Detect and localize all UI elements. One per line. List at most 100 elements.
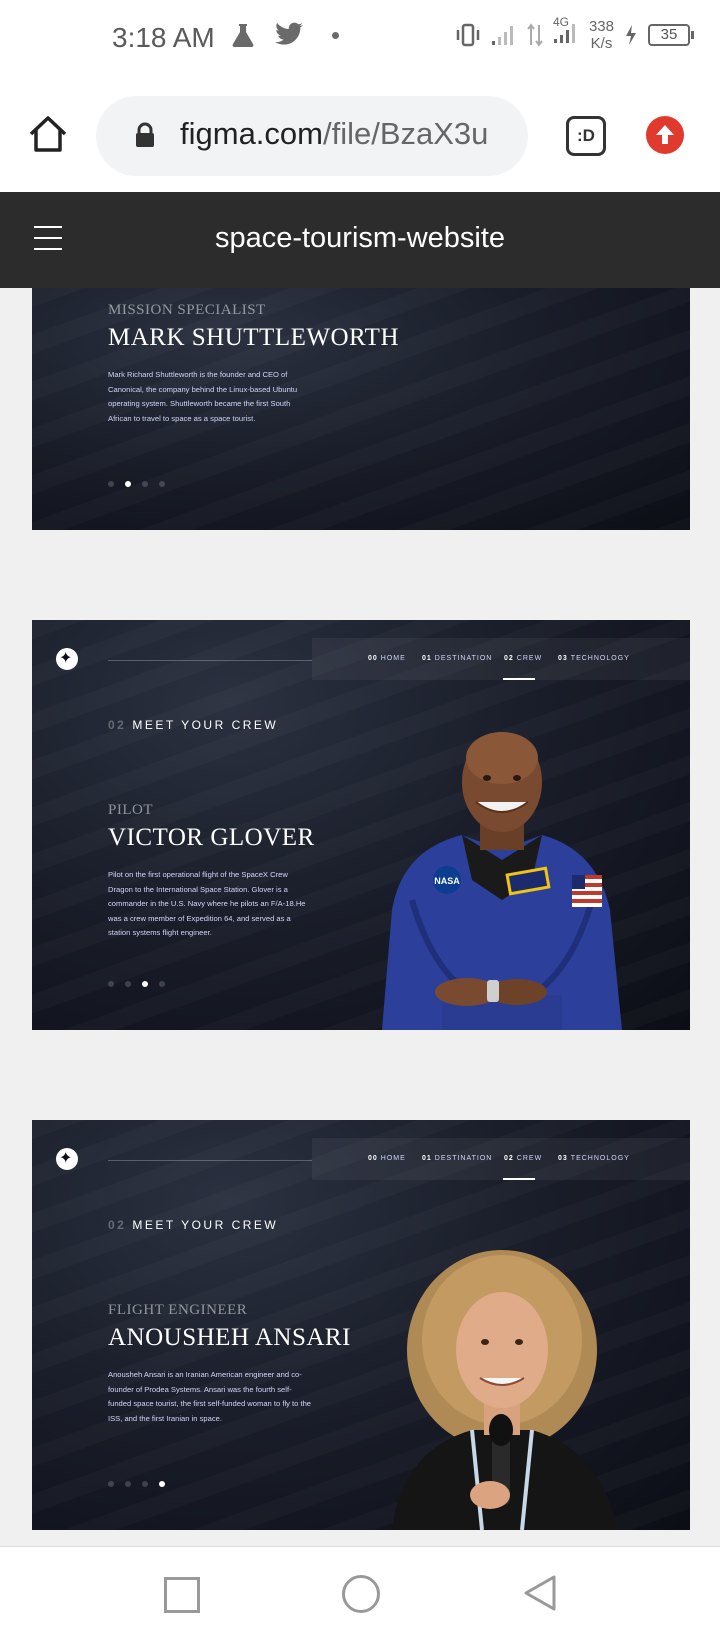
crew-bio: Anousheh Ansari is an Iranian American e…: [108, 1370, 312, 1423]
crew-name: MARK SHUTTLEWORTH: [108, 324, 400, 351]
signal-icon-2: 4G: [553, 15, 579, 50]
nav-label: TECHNOLOGY: [570, 1155, 630, 1162]
section-title: MEET YOUR CREW: [132, 1218, 279, 1232]
nav-num: 02: [504, 1155, 514, 1162]
carousel-dot-active[interactable]: [159, 1481, 165, 1487]
crew-frame-anousheh-ansari: 00HOME 01DESTINATION 02CREW 03TECHNOLOGY…: [32, 1120, 690, 1530]
lock-icon: [136, 122, 154, 147]
nav-destination[interactable]: 01 DESTINATION: [422, 1155, 492, 1162]
nav-label: CREW: [516, 655, 543, 662]
nav-label: CREW: [516, 1155, 543, 1162]
back-icon[interactable]: [522, 1573, 558, 1613]
twitter-icon: [275, 22, 303, 45]
nav-label: TECHNOLOGY: [570, 655, 630, 662]
net-speed-unit: K/s: [590, 35, 613, 52]
crew-role: PILOT: [108, 802, 153, 818]
crew-bio: Mark Richard Shuttleworth is the founder…: [108, 370, 298, 423]
update-button[interactable]: [646, 116, 684, 154]
vibrate-icon: [456, 23, 480, 47]
nav-num: 01: [422, 1155, 432, 1162]
nav-num: 02: [504, 655, 514, 662]
home-circle-icon[interactable]: [342, 1575, 380, 1613]
nav-num: 01: [422, 655, 432, 662]
carousel-dot[interactable]: [108, 1481, 114, 1487]
patch-label: NASA: [434, 876, 460, 886]
crew-frame-mark-shuttleworth: MISSION SPECIALIST MARK SHUTTLEWORTH Mar…: [32, 288, 690, 530]
nav-technology[interactable]: 03 TECHNOLOGY: [558, 655, 630, 662]
arrow-up-icon: [656, 125, 674, 144]
nav-home[interactable]: 00 HOME: [368, 655, 406, 662]
more-notifications-dot: [332, 31, 339, 39]
recents-icon[interactable]: [164, 1577, 200, 1613]
carousel-dot[interactable]: [125, 1481, 131, 1487]
nav-label: DESTINATION: [434, 1155, 493, 1162]
crew-name: VICTOR GLOVER: [108, 824, 315, 851]
net-speed-value: 338: [588, 18, 614, 35]
carousel-dot-active[interactable]: [125, 481, 131, 487]
crew-bio: Pilot on the first operational flight of…: [108, 870, 306, 937]
nav-active-indicator: [503, 678, 535, 680]
carousel-dot[interactable]: [159, 481, 165, 487]
android-nav-bar: [0, 1546, 720, 1641]
nav-label: HOME: [380, 1155, 406, 1162]
site-logo-icon: [56, 1148, 78, 1170]
nav-label: HOME: [380, 655, 406, 662]
site-logo-icon: [56, 648, 78, 670]
crew-frame-victor-glover: 00HOME 01DESTINATION 02CREW 03TECHNOLOGY…: [32, 620, 690, 1030]
net-speed: 338 K/s: [589, 18, 614, 52]
nav-num: 00: [368, 655, 378, 662]
crew-portrait-victor-glover: NASA: [382, 732, 622, 1030]
url-path: /file/BzaX3u: [322, 116, 489, 151]
nav-num: 03: [558, 655, 568, 662]
carousel-dot[interactable]: [125, 981, 131, 987]
crew-role: FLIGHT ENGINEER: [108, 1302, 248, 1318]
site-nav: 00 HOME 01 DESTINATION 02 CREW 03 TECHNOLOGY: [312, 638, 690, 680]
status-right: 4G 338 K/s 35: [455, 15, 694, 52]
nav-num: 03: [558, 1155, 568, 1162]
carousel-dot[interactable]: [142, 1481, 148, 1487]
url-host: figma.com: [180, 116, 323, 151]
tab-switcher-button[interactable]: :D: [566, 116, 606, 156]
file-title: space-tourism-website: [214, 222, 506, 254]
nav-crew[interactable]: 02 CREW: [504, 1155, 542, 1162]
section-num: 02: [108, 718, 127, 732]
charging-icon: [626, 25, 636, 45]
figma-header: space-tourism-website: [0, 192, 720, 288]
nav-home[interactable]: 00 HOME: [368, 1155, 406, 1162]
nav-divider: [108, 1160, 312, 1161]
carousel-dots: [108, 481, 165, 487]
carousel-dot-active[interactable]: [142, 981, 148, 987]
nav-active-indicator: [503, 1178, 535, 1180]
nav-destination[interactable]: 01 DESTINATION: [422, 655, 492, 662]
carousel-dot[interactable]: [142, 481, 148, 487]
network-type: 4G: [552, 14, 569, 29]
status-bar: 3:18 AM 4G 338 K/s 35: [0, 0, 720, 82]
home-icon[interactable]: [26, 112, 70, 156]
carousel-dot[interactable]: [159, 981, 165, 987]
carousel-dots: [108, 981, 165, 987]
crew-role: MISSION SPECIALIST: [108, 302, 266, 318]
browser-toolbar: figma.com/file/BzaX3u :D: [0, 82, 720, 192]
carousel-dot[interactable]: [108, 981, 114, 987]
section-heading: 02 MEET YOUR CREW: [108, 1218, 278, 1232]
flask-icon: [232, 24, 254, 47]
notification-icons: [230, 22, 339, 48]
nav-divider: [108, 660, 312, 661]
section-title: MEET YOUR CREW: [132, 718, 279, 732]
url-text: figma.com/file/BzaX3u: [180, 116, 488, 152]
section-heading: 02 MEET YOUR CREW: [108, 718, 278, 732]
signal-icon-1: [491, 26, 513, 45]
crew-name: ANOUSHEH ANSARI: [108, 1324, 351, 1351]
nav-technology[interactable]: 03 TECHNOLOGY: [558, 1155, 630, 1162]
crew-portrait-anousheh-ansari: [392, 1250, 617, 1530]
status-time: 3:18 AM: [112, 22, 215, 53]
site-nav: 00 HOME 01 DESTINATION 02 CREW 03 TECHNOLOGY: [312, 1138, 690, 1180]
carousel-dots: [108, 1481, 165, 1487]
address-bar[interactable]: figma.com/file/BzaX3u: [96, 96, 528, 176]
nav-num: 00: [368, 1155, 378, 1162]
section-num: 02: [108, 1218, 127, 1232]
nav-label: DESTINATION: [434, 655, 493, 662]
carousel-dot[interactable]: [108, 481, 114, 487]
battery-icon: 35: [648, 24, 694, 46]
nav-crew[interactable]: 02 CREW: [504, 655, 542, 662]
